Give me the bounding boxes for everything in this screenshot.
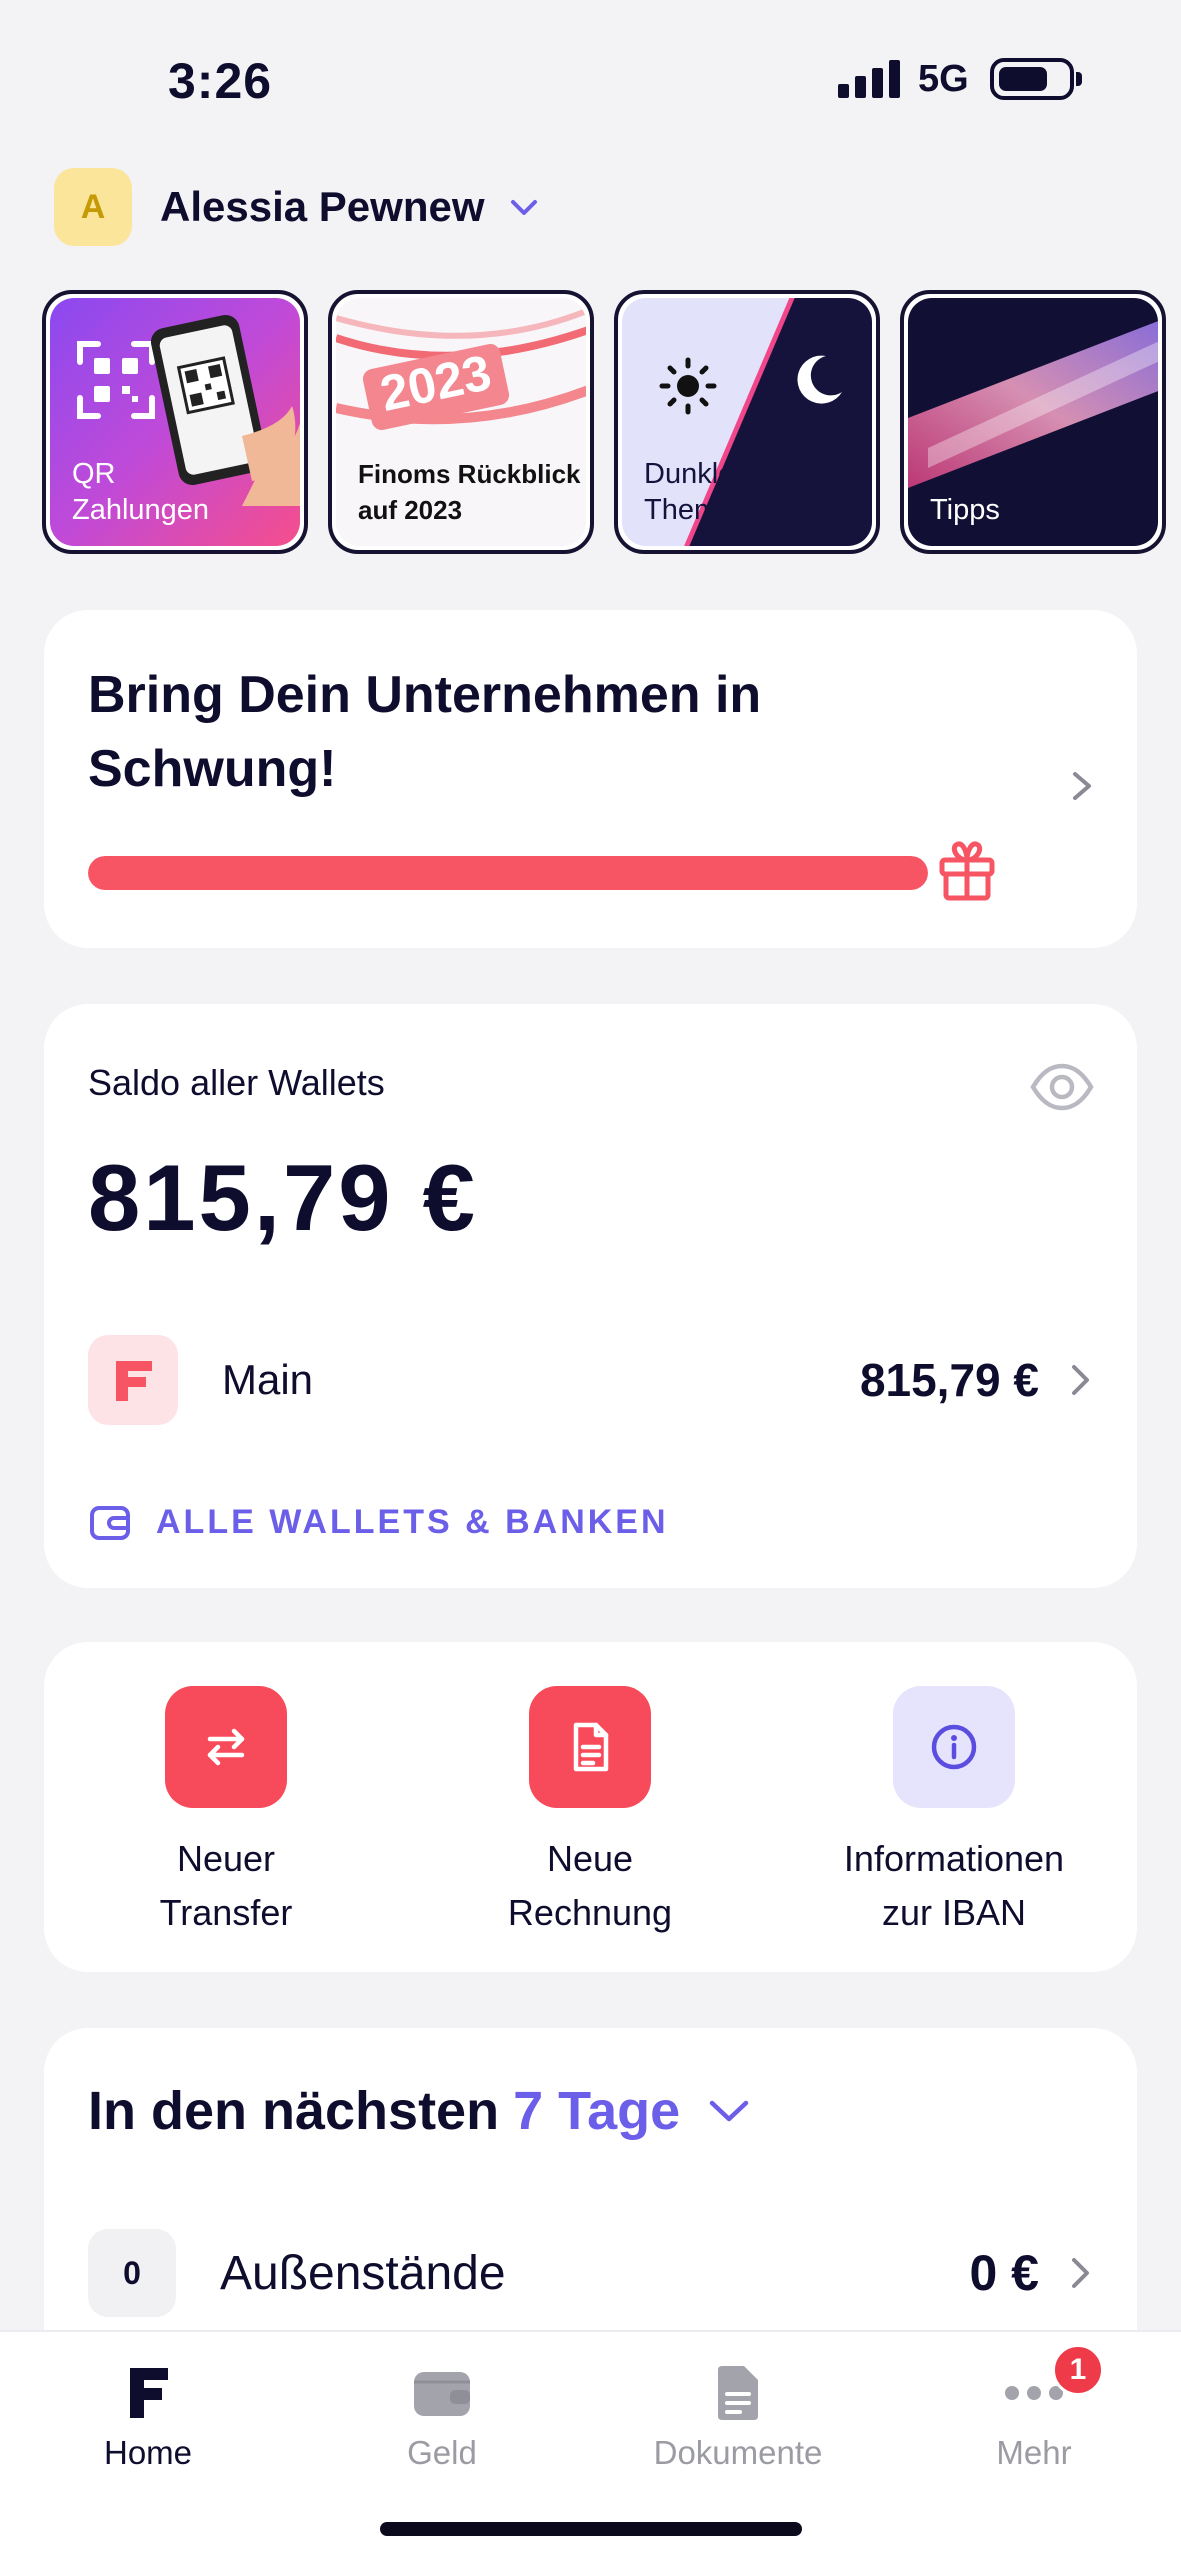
status-time: 3:26 (168, 53, 273, 109)
tab-label: Geld (407, 2434, 477, 2471)
quick-actions-card: Neuer Transfer Neue Rechnung Information… (44, 1642, 1137, 1972)
invoice-icon (529, 1686, 651, 1808)
story-label: Finoms Rückblick auf 2023 (358, 459, 581, 525)
network-type: 5G (918, 58, 969, 100)
tab-documents[interactable]: Dokumente (618, 2358, 858, 2472)
status-bar: 3:26 5G (0, 0, 1181, 150)
story-qr-payments[interactable]: QR Zahlungen (42, 290, 308, 554)
home-screen: 3:26 5G A Alessia Pewnew QR Zahlungen 20… (0, 0, 1181, 2560)
onboarding-title: Bring Dein Unternehmen in Schwung! (88, 666, 762, 798)
gift-icon (939, 841, 995, 901)
account-switcher[interactable]: A Alessia Pewnew (54, 168, 541, 246)
wallet-icon (407, 2358, 477, 2428)
stories-carousel: QR Zahlungen 2023 Finoms Rückblick auf 2… (42, 290, 1181, 556)
cellular-signal-icon (838, 60, 900, 98)
all-wallets-label: ALLE WALLETS & BANKEN (156, 1502, 669, 1541)
account-name: Alessia Pewnew (160, 183, 485, 230)
avatar: A (54, 168, 132, 246)
info-icon (893, 1686, 1015, 1808)
iban-info-button[interactable]: Informationen zur IBAN (804, 1686, 1104, 1940)
balance-amount: 815,79 € (88, 1145, 478, 1250)
transfer-icon (165, 1686, 287, 1808)
wallet-row-main[interactable]: Main 815,79 € (88, 1334, 1093, 1426)
sun-icon (659, 357, 717, 415)
story-dark-theme[interactable]: Dunkles Thema im Web (614, 290, 880, 554)
new-transfer-button[interactable]: Neuer Transfer (76, 1686, 376, 1940)
story-tips[interactable]: Tipps (900, 290, 1166, 554)
row-amount: 0 € (969, 2245, 1039, 2301)
story-year-review[interactable]: 2023 Finoms Rückblick auf 2023 (328, 290, 594, 554)
tab-more[interactable]: Mehr 1 (914, 2344, 1154, 2472)
home-logo-icon (113, 2358, 183, 2428)
upcoming-title: In den nächsten 7 Tage (88, 2080, 752, 2142)
finom-logo-icon (88, 1335, 178, 1425)
wallet-amount: 815,79 € (859, 1354, 1039, 1406)
eye-icon[interactable] (1029, 1054, 1095, 1120)
chevron-right-icon (1073, 772, 1091, 800)
row-label: Außenstände (220, 2246, 506, 2300)
upcoming-title-text: In den nächsten (88, 2081, 500, 2141)
chevron-right-icon (1072, 1365, 1089, 1395)
outstanding-row[interactable]: 0 Außenstände 0 € (88, 2228, 1093, 2318)
story-label: Tipps (930, 494, 1000, 526)
tab-label: Dokumente (653, 2434, 823, 2471)
new-invoice-button[interactable]: Neue Rechnung (440, 1686, 740, 1940)
moon-icon (797, 355, 842, 404)
period-selector[interactable]: 7 Tage (513, 2080, 680, 2142)
progress-fill (88, 856, 928, 890)
onboarding-card[interactable]: Bring Dein Unternehmen in Schwung! (44, 610, 1137, 948)
action-label: Neuer Transfer (159, 1838, 293, 1933)
notification-badge: 1 (1052, 2344, 1104, 2396)
chevron-right-icon (1072, 2258, 1089, 2288)
story-label: QR Zahlungen (72, 458, 210, 526)
balance-label: Saldo aller Wallets (88, 1062, 385, 1103)
action-label: Neue Rechnung (507, 1838, 673, 1933)
tab-home[interactable]: Home (28, 2358, 268, 2472)
onboarding-progress-bar (88, 856, 928, 890)
wallet-name: Main (222, 1356, 314, 1403)
count-badge: 0 (88, 2229, 176, 2317)
story-label: Dunkles Thema im Web (644, 458, 841, 526)
all-wallets-link[interactable]: ALLE WALLETS & BANKEN (88, 1502, 669, 1542)
home-indicator (380, 2522, 802, 2536)
action-label: Informationen zur IBAN (843, 1838, 1065, 1933)
chevron-down-icon[interactable] (706, 2096, 752, 2126)
tab-money[interactable]: Geld (322, 2358, 562, 2472)
tab-label: Mehr (996, 2434, 1072, 2471)
battery-icon (990, 58, 1082, 100)
chevron-down-icon (510, 200, 537, 215)
wallet-outline-icon (90, 1506, 130, 1540)
balance-card: Saldo aller Wallets 815,79 € Main 815,79… (44, 1004, 1137, 1588)
document-icon (703, 2358, 773, 2428)
tab-label: Home (103, 2434, 193, 2471)
